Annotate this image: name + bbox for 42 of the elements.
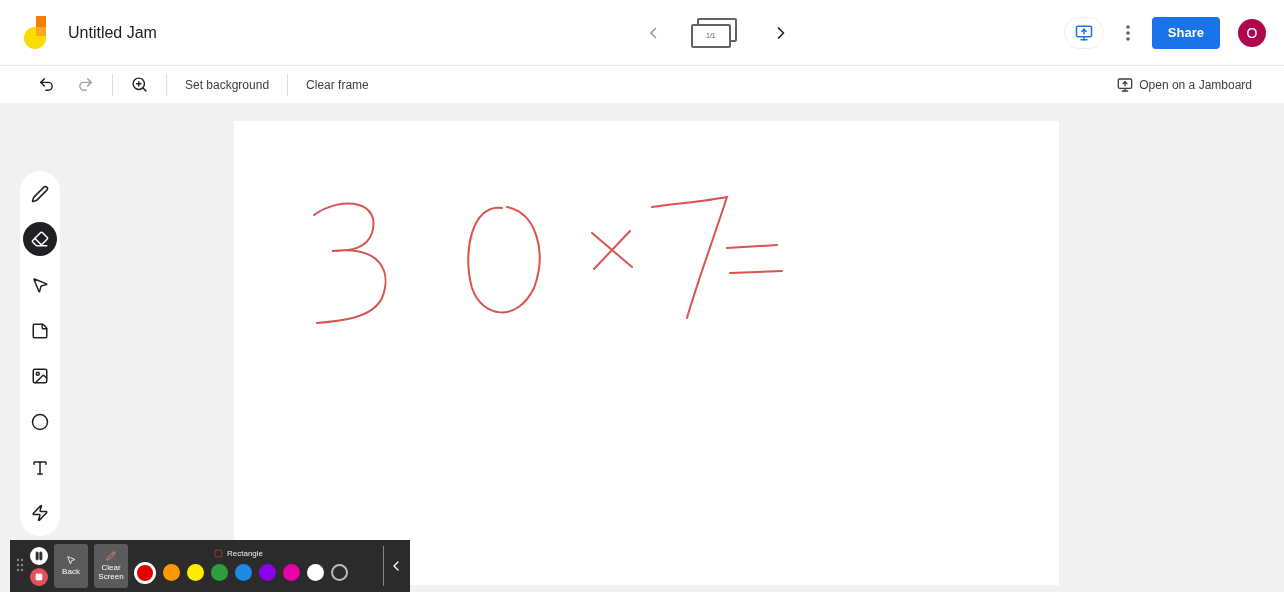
color-swatch[interactable] [211,564,228,581]
undo-icon [38,76,55,93]
sticky-note-icon [31,321,49,340]
stop-button[interactable] [30,567,48,586]
color-swatch[interactable] [163,564,180,581]
screen-upload-icon [1074,23,1093,42]
color-swatch[interactable] [259,564,276,581]
circle-icon [31,412,49,431]
drag-handle-icon [16,558,24,574]
eraser-tool-button[interactable] [23,222,57,257]
lightning-icon [31,504,49,523]
cursor-arrow-icon [31,276,49,295]
redo-icon [77,76,94,93]
eraser-icon [31,230,49,249]
color-swatch[interactable] [331,564,348,581]
pencil-icon [106,550,116,561]
shape-selector[interactable]: Rectangle [214,548,348,558]
more-options-icon [1125,24,1130,41]
open-on-jamboard-button[interactable]: Open on a Jamboard [1113,72,1256,97]
document-title: Untitled Jam [68,23,157,42]
zoom-in-icon [131,76,148,93]
set-background-button[interactable]: Set background [181,73,274,96]
account-avatar[interactable]: O [1238,18,1266,47]
pause-icon [34,550,44,561]
clear-screen-button[interactable]: Clear Screen [94,544,128,588]
text-box-icon [31,458,49,477]
image-icon [31,367,49,386]
stop-icon [35,572,43,581]
color-swatch[interactable] [187,564,204,581]
pause-button[interactable] [30,546,48,565]
chevron-left-icon [649,26,657,39]
rectangle-icon [214,548,223,558]
screen-upload-icon [1117,76,1134,93]
cursor-arrow-icon [66,555,76,566]
pen-icon [31,184,49,203]
share-button[interactable]: Share [1151,16,1220,49]
color-swatch[interactable] [235,564,252,581]
clear-frame-button[interactable]: Clear frame [302,73,373,96]
color-swatch[interactable] [307,564,324,581]
color-swatch[interactable] [283,564,300,581]
back-button[interactable]: Back [54,544,88,588]
present-button[interactable] [1063,16,1104,49]
